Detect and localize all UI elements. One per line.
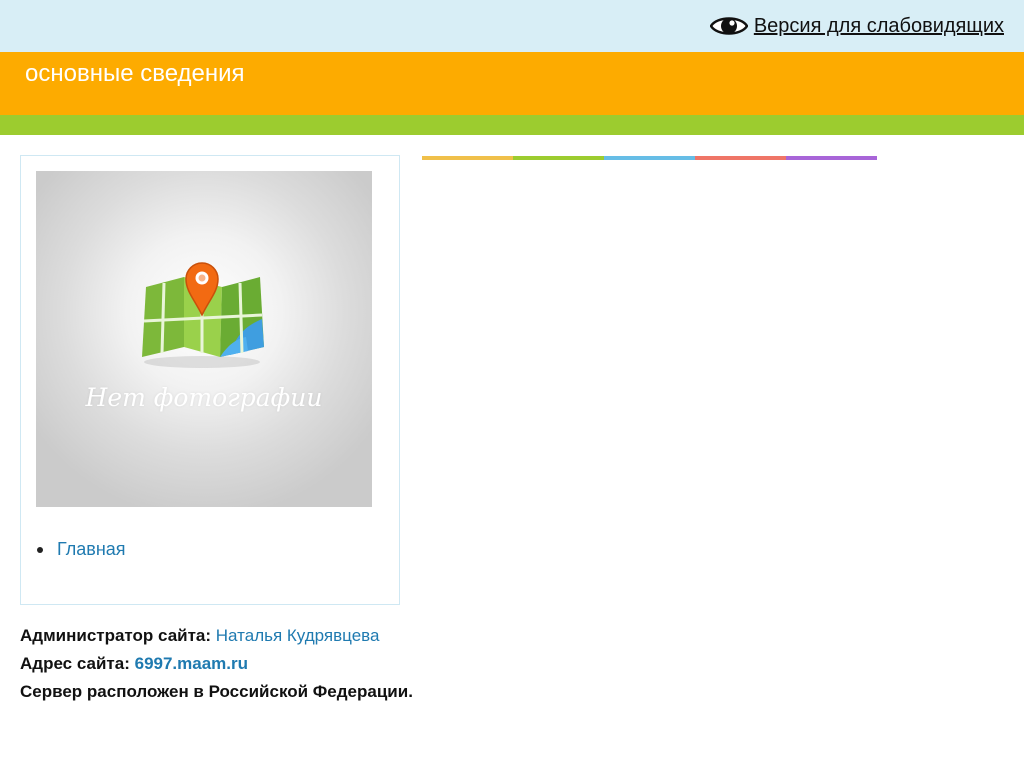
menu-item-home: Главная (37, 539, 126, 560)
stripe-green (513, 156, 604, 160)
page-title: основные сведения (25, 60, 245, 87)
profile-photo-placeholder: Нет фотографии (36, 171, 372, 507)
accessibility-version-label: Версия для слабовидящих (753, 14, 1004, 37)
site-address-link[interactable]: 6997.maam.ru (135, 654, 248, 673)
admin-label: Администратор сайта: (20, 626, 212, 645)
admin-line: Администратор сайта: Наталья Кудрявцева (20, 625, 413, 653)
list-bullet (37, 546, 43, 553)
server-location-text: Сервер расположен в Российской Федерации… (20, 682, 413, 701)
color-stripe (422, 156, 877, 160)
stripe-yellow (422, 156, 513, 160)
stripe-purple (786, 156, 877, 160)
home-link[interactable]: Главная (57, 539, 126, 560)
site-info: Администратор сайта: Наталья Кудрявцева … (20, 625, 413, 709)
header-accent-band (0, 115, 1024, 135)
server-line: Сервер расположен в Российской Федерации… (20, 681, 413, 709)
map-pin-icon (142, 262, 264, 368)
top-bar: Версия для слабовидящих (0, 0, 1024, 52)
stripe-red (695, 156, 786, 160)
eye-icon (709, 17, 748, 35)
sidebar-menu: Главная (37, 539, 126, 560)
stripe-blue (604, 156, 695, 160)
no-photo-text: Нет фотографии (85, 383, 323, 412)
accessibility-version-link[interactable]: Версия для слабовидящих (709, 10, 1004, 42)
sidebar-card: Нет фотографии Главная (20, 155, 400, 605)
admin-name-link[interactable]: Наталья Кудрявцева (216, 626, 380, 645)
address-label: Адрес сайта: (20, 654, 130, 673)
address-line: Адрес сайта: 6997.maam.ru (20, 653, 413, 681)
